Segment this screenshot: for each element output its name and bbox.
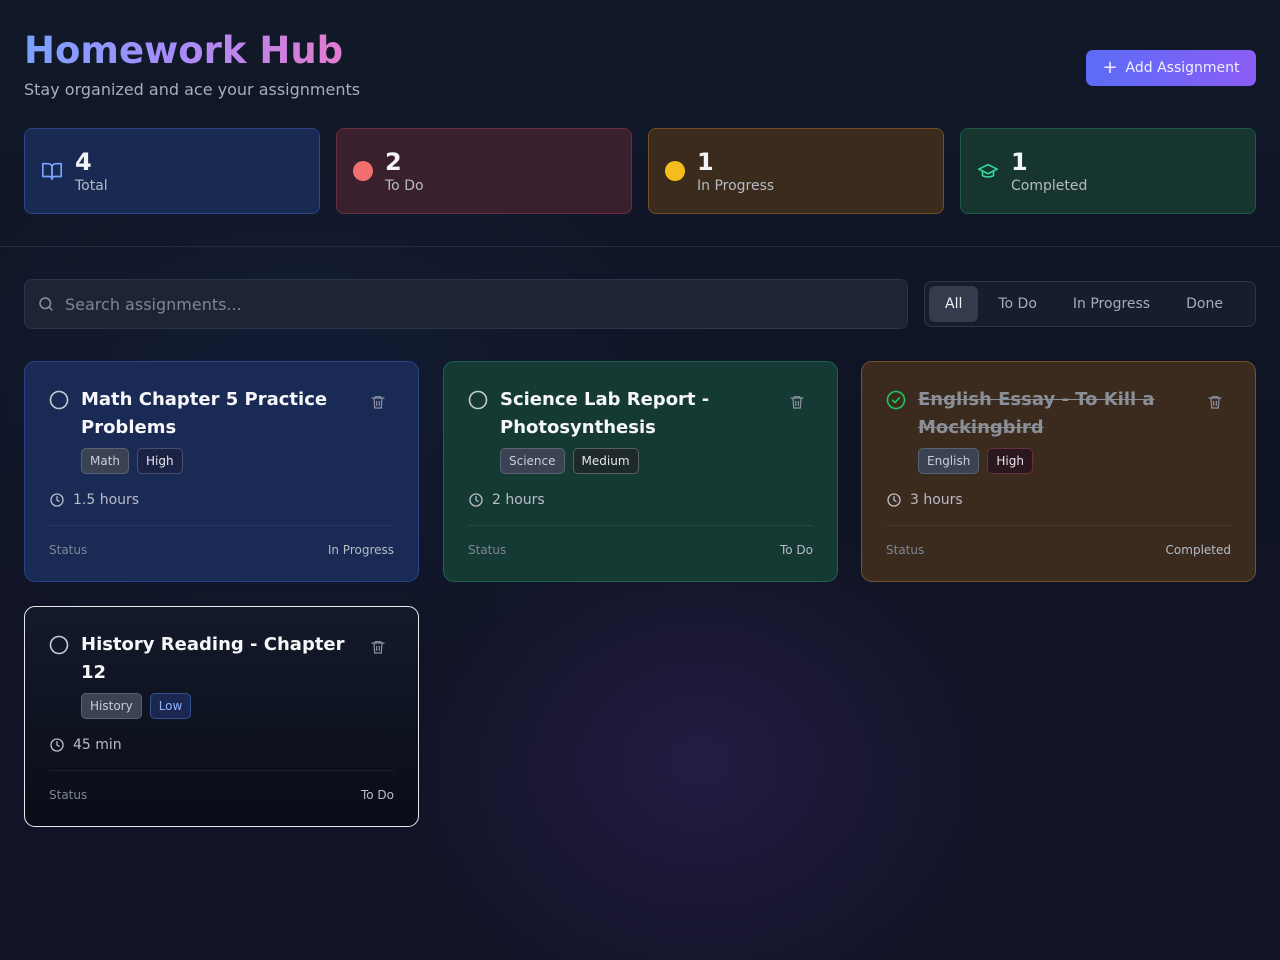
stat-completed-value: 1 [1011,148,1028,176]
subject-tag: Math [81,448,130,474]
filter-done[interactable]: Done [1170,286,1239,322]
trash-icon[interactable] [370,639,386,655]
unchecked-circle-icon[interactable] [468,390,488,410]
stat-in-progress-label: In Progress [697,178,775,194]
assignment-title: Science Lab Report - Photosynthesis [500,389,710,438]
stats-bar: 4 Total 2 To Do 1 In Progress 1 Complete… [24,128,1256,214]
trash-icon[interactable] [1207,394,1223,410]
clock-icon [50,738,64,752]
filter-in-progress[interactable]: In Progress [1057,286,1166,322]
unchecked-circle-icon[interactable] [49,635,69,655]
status-label: Status [468,543,507,557]
assignment-card: History Reading - Chapter 12 History Low… [24,606,419,827]
subject-tag: Science [500,448,565,474]
card-divider [468,525,813,526]
filter-all[interactable]: All [929,286,979,322]
stat-total: 4 Total [24,128,320,214]
stat-todo-value: 2 [385,148,402,176]
section-divider [0,246,1280,247]
clock-icon [469,493,483,507]
stat-todo-label: To Do [385,178,424,194]
app-subtitle: Stay organized and ace your assignments [24,80,361,99]
stat-in-progress-value: 1 [697,148,714,176]
book-icon [42,162,62,181]
app-title: Homework Hub [24,28,360,74]
status-label: Status [49,788,88,802]
assignment-card: Science Lab Report - Photosynthesis Scie… [443,361,838,582]
trash-icon[interactable] [789,394,805,410]
status-label: Status [49,543,88,557]
time-estimate: 2 hours [492,492,545,508]
assignment-card: Math Chapter 5 Practice Problems Math Hi… [24,361,419,582]
stat-todo: 2 To Do [336,128,632,214]
status-value[interactable]: In Progress [328,543,394,557]
filter-tabs: All To Do In Progress Done [924,281,1256,327]
card-divider [886,525,1231,526]
time-estimate: 45 min [73,737,122,753]
add-assignment-button[interactable]: + Add Assignment [1086,50,1256,86]
assignment-title: English Essay - To Kill a Mockingbird [918,389,1155,438]
yellow-dot-icon [665,161,685,181]
check-circle-icon[interactable] [886,390,906,410]
search-bar [24,279,908,329]
plus-icon: + [1102,57,1118,78]
search-icon [39,297,53,311]
priority-tag: High [987,448,1033,474]
subject-tag: English [918,448,980,474]
filter-todo[interactable]: To Do [982,286,1053,322]
stat-total-label: Total [75,178,108,194]
search-input[interactable] [65,294,907,314]
card-divider [49,770,394,771]
assignment-card: English Essay - To Kill a Mockingbird En… [861,361,1256,582]
status-label: Status [886,543,925,557]
header: Homework Hub Stay organized and ace your… [24,28,360,99]
stat-total-value: 4 [75,148,92,176]
stat-completed-label: Completed [1011,178,1088,194]
graduation-cap-icon [978,163,998,178]
card-divider [49,525,394,526]
unchecked-circle-icon[interactable] [49,390,69,410]
trash-icon[interactable] [370,394,386,410]
priority-tag: Low [149,693,192,719]
add-assignment-label: Add Assignment [1125,60,1240,76]
priority-tag: High [137,448,183,474]
status-value[interactable]: Completed [1166,543,1231,557]
clock-icon [50,493,64,507]
time-estimate: 3 hours [910,492,963,508]
clock-icon [887,493,901,507]
stat-completed: 1 Completed [960,128,1256,214]
priority-tag: Medium [572,448,639,474]
stat-in-progress: 1 In Progress [648,128,944,214]
status-value[interactable]: To Do [780,543,813,557]
status-value[interactable]: To Do [361,788,394,802]
subject-tag: History [81,693,142,719]
red-dot-icon [353,161,373,181]
assignment-title: History Reading - Chapter 12 [81,634,345,683]
assignment-title: Math Chapter 5 Practice Problems [81,389,328,438]
time-estimate: 1.5 hours [73,492,140,508]
